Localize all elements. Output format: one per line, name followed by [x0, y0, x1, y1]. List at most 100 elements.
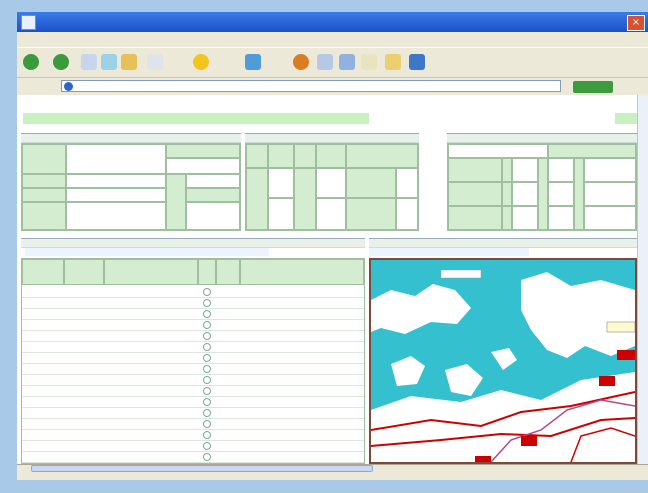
check-mark-icon [203, 376, 211, 384]
sheet-code [64, 440, 104, 451]
home-icon[interactable] [121, 54, 137, 70]
sheet-name-link[interactable] [108, 385, 196, 396]
sheet-number [22, 429, 64, 440]
menu-extra-1[interactable] [249, 34, 279, 45]
sheet-name-link[interactable] [108, 429, 196, 440]
sheet-name-link[interactable] [108, 374, 196, 385]
info-hdr [448, 206, 502, 230]
check-mark-icon [203, 310, 211, 318]
box-right-heading [447, 133, 637, 143]
sheet-code [64, 451, 104, 462]
sheet-name-link[interactable] [108, 297, 196, 308]
info-cell [584, 182, 636, 206]
menu-view[interactable] [91, 34, 121, 45]
page-icon [64, 82, 73, 91]
sheet-number [22, 374, 64, 385]
box-left-heading [21, 133, 241, 143]
back-icon[interactable] [23, 54, 39, 70]
menu-edit[interactable] [57, 34, 87, 45]
sheet-number [22, 396, 64, 407]
refresh-icon[interactable] [101, 54, 117, 70]
toolbar [17, 47, 648, 78]
info-box-left [21, 143, 241, 231]
info-hdr [574, 158, 584, 230]
media-label [263, 57, 289, 67]
go-button[interactable] [573, 81, 613, 93]
title-band-right [615, 113, 637, 124]
check-mark-icon [203, 365, 211, 373]
info-cell [512, 158, 538, 182]
info-cell [548, 206, 574, 230]
sheet-code [64, 308, 104, 319]
media-icon[interactable] [245, 54, 261, 70]
app-icon [21, 15, 36, 30]
menu-favorites[interactable] [125, 34, 165, 45]
info-hdr [246, 168, 268, 230]
sheet-name-link[interactable] [108, 352, 196, 363]
info-hdr [538, 158, 548, 230]
folder-icon[interactable] [385, 54, 401, 70]
menu-file[interactable] [23, 34, 53, 45]
favorites-icon[interactable] [193, 54, 209, 70]
map-heading [369, 238, 637, 248]
close-button[interactable]: × [627, 15, 645, 31]
mail-icon[interactable] [317, 54, 333, 70]
sheet-name-link[interactable] [108, 451, 196, 462]
sheet-name-link[interactable] [108, 308, 196, 319]
sheet-name-link[interactable] [108, 330, 196, 341]
sheet-name-link[interactable] [108, 286, 196, 297]
info-box-mid [245, 143, 419, 231]
sheet-code [64, 286, 104, 297]
sheet-name-link[interactable] [108, 319, 196, 330]
address-input[interactable] [61, 80, 561, 92]
map-view[interactable] [369, 258, 637, 464]
status-text [37, 468, 337, 478]
sheet-name-link[interactable] [108, 341, 196, 352]
sheet-number [22, 363, 64, 374]
sheet-code [64, 352, 104, 363]
browser-window: × [17, 12, 648, 480]
sheet-rows [22, 286, 364, 463]
stop-icon[interactable] [81, 54, 97, 70]
sheet-number [22, 286, 64, 297]
sheet-code [64, 319, 104, 330]
info-cell [66, 174, 166, 188]
status-bar [17, 464, 648, 480]
title-bar: × [17, 12, 648, 32]
sheet-number [22, 341, 64, 352]
sheet-name-link[interactable] [108, 418, 196, 429]
info-cell [186, 202, 240, 230]
sheet-name-link[interactable] [108, 407, 196, 418]
sheet-number [22, 440, 64, 451]
info-hdr [502, 206, 512, 230]
menu-extra-2[interactable] [283, 34, 313, 45]
info-cell [584, 206, 636, 230]
vertical-scrollbar[interactable] [637, 95, 648, 464]
info-cell [548, 182, 574, 206]
sheet-name-link[interactable] [108, 363, 196, 374]
sheet-number [22, 297, 64, 308]
info-hdr [548, 144, 636, 158]
map-link[interactable] [369, 248, 529, 256]
info-cell [166, 158, 240, 174]
check-mark-icon [203, 387, 211, 395]
menu-tools[interactable] [169, 34, 203, 45]
forward-icon[interactable] [53, 54, 69, 70]
map-graphic [371, 260, 635, 462]
search-icon[interactable] [147, 54, 163, 70]
print-icon[interactable] [339, 54, 355, 70]
menu-help[interactable] [207, 34, 245, 45]
sheet-code [64, 396, 104, 407]
sheet-list-link[interactable] [25, 248, 269, 256]
messenger-icon[interactable] [409, 54, 425, 70]
sheet-number [22, 352, 64, 363]
sheet-number [22, 319, 64, 330]
sheet-number [22, 330, 64, 341]
info-hdr [22, 188, 66, 202]
sheet-name-link[interactable] [108, 440, 196, 451]
info-hdr [268, 144, 294, 168]
history-icon[interactable] [293, 54, 309, 70]
sheet-name-link[interactable] [108, 396, 196, 407]
check-mark-icon [203, 442, 211, 450]
edit-icon[interactable] [361, 54, 377, 70]
